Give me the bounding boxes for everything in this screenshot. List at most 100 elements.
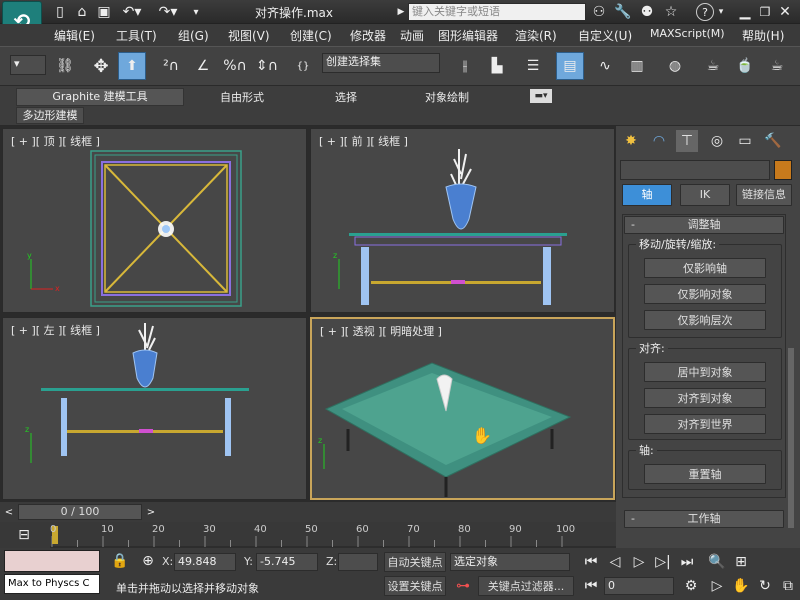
spinner-snap-icon[interactable]: ⇕∩	[254, 53, 280, 79]
affect-object-only-button[interactable]: 仅影响对象	[644, 284, 766, 304]
track-bar[interactable]: ⊟ 0 10 20 30 40 50 60 70 80 90 100	[0, 522, 616, 548]
x-coord-field[interactable]: 49.848	[174, 553, 236, 571]
set-key-button[interactable]: 设置关键点	[384, 576, 446, 596]
field-of-view-icon[interactable]: ▷	[706, 576, 728, 596]
affect-hierarchy-only-button[interactable]: 仅影响层次	[644, 310, 766, 330]
menu-modifiers[interactable]: 修改器	[350, 27, 386, 44]
maxscript-listener-pink[interactable]	[4, 550, 100, 572]
tab-freeform[interactable]: 自由形式	[220, 89, 264, 105]
save-icon[interactable]: ▣	[96, 4, 112, 20]
menu-customize[interactable]: 自定义(U)	[578, 27, 632, 44]
align-icon[interactable]: ▙	[484, 53, 510, 79]
rendered-frame-icon[interactable]: 🍵	[732, 53, 758, 79]
pan-view-icon[interactable]: ✋	[730, 576, 752, 596]
tab-link-info[interactable]: 链接信息	[736, 184, 792, 206]
center-to-object-button[interactable]: 居中到对象	[644, 362, 766, 382]
go-to-end-icon[interactable]: ⏭	[676, 552, 698, 572]
tab-pivot[interactable]: 轴	[622, 184, 672, 206]
search-input[interactable]: 键入关键字或短语	[408, 3, 586, 21]
tab-object-paint[interactable]: 对象绘制	[425, 89, 469, 105]
key-selection-dropdown[interactable]: 选定对象	[450, 553, 570, 571]
reset-pivot-button[interactable]: 重置轴	[644, 464, 766, 484]
viewport-left[interactable]: [ + ][ 左 ][ 线框 ] z	[2, 317, 307, 500]
curve-editor-icon[interactable]: ∿	[592, 53, 618, 79]
snap-2d-icon[interactable]: ²∩	[158, 53, 184, 79]
open-file-icon[interactable]: ⌂	[74, 4, 90, 20]
utilities-tab-icon[interactable]: 🔨	[762, 130, 784, 152]
menu-help[interactable]: 帮助(H)	[742, 27, 784, 44]
material-editor-icon[interactable]: ◍	[662, 53, 688, 79]
next-frame-icon[interactable]: ▷|	[652, 552, 674, 572]
people-icon[interactable]: ⚉	[638, 4, 656, 20]
time-prev-icon[interactable]: <	[2, 504, 16, 520]
binoculars-icon[interactable]: ⚇	[590, 4, 608, 20]
select-and-link-icon[interactable]: ⛓	[52, 53, 78, 79]
modify-tab-icon[interactable]: ◠	[648, 130, 670, 152]
menu-graph-editors[interactable]: 图形编辑器	[438, 27, 498, 44]
key-mode-icon[interactable]: ⏮	[580, 576, 602, 596]
select-move-icon[interactable]: ✥	[88, 53, 114, 79]
tab-selection[interactable]: 选择	[335, 89, 357, 105]
motion-tab-icon[interactable]: ◎	[706, 130, 728, 152]
panel-scrollbar[interactable]	[788, 348, 794, 528]
align-to-world-button[interactable]: 对齐到世界	[644, 414, 766, 434]
go-to-start-icon[interactable]: ⏮	[580, 552, 602, 572]
play-icon[interactable]: ▷	[628, 552, 650, 572]
angle-snap-icon[interactable]: ∠	[190, 53, 216, 79]
select-region-icon[interactable]: ⬆	[118, 52, 146, 80]
menu-group[interactable]: 组(G)	[178, 27, 209, 44]
layer-manager-icon[interactable]: ☰	[520, 53, 546, 79]
zoom-all-icon[interactable]: ⊞	[730, 552, 752, 572]
schematic-view-icon[interactable]: ▥	[624, 53, 650, 79]
align-to-object-button[interactable]: 对齐到对象	[644, 388, 766, 408]
percent-snap-icon[interactable]: %∩	[222, 53, 248, 79]
edit-named-sel-icon[interactable]: {}	[290, 53, 316, 79]
help-dropdown-icon[interactable]: ▾	[716, 4, 726, 20]
mirror-icon[interactable]: ⫲	[452, 53, 478, 79]
menu-views[interactable]: 视图(V)	[228, 27, 270, 44]
key-filters-button[interactable]: 关键点过滤器...	[478, 576, 574, 596]
menu-maxscript[interactable]: MAXScript(M)	[650, 27, 725, 40]
display-tab-icon[interactable]: ▭	[734, 130, 756, 152]
viewport-perspective[interactable]: [ + ][ 透视 ][ 明暗处理 ] ✋ z	[310, 317, 615, 500]
key-filter-icon[interactable]: ⊶	[450, 576, 476, 596]
new-file-icon[interactable]: ▯	[52, 4, 68, 20]
zoom-icon[interactable]: 🔍	[706, 552, 728, 572]
affect-pivot-only-button[interactable]: 仅影响轴	[644, 258, 766, 278]
menu-create[interactable]: 创建(C)	[290, 27, 332, 44]
help-icon[interactable]: ?	[696, 3, 714, 21]
restore-icon[interactable]: ❐	[756, 3, 774, 21]
menu-tools[interactable]: 工具(T)	[116, 27, 157, 44]
maxscript-listener-field[interactable]: Max to Physcs C	[4, 574, 100, 594]
graphite-toggle-icon[interactable]: ▤	[556, 52, 584, 80]
time-config-icon[interactable]: ⚙	[680, 576, 702, 596]
maximize-viewport-icon[interactable]: ⧉	[778, 576, 798, 596]
current-frame-field[interactable]: 0	[604, 577, 674, 595]
time-next-icon[interactable]: >	[144, 504, 158, 520]
star-icon[interactable]: ☆	[662, 4, 680, 20]
render-setup-icon[interactable]: ☕	[700, 53, 726, 79]
minimize-icon[interactable]: ▁	[736, 3, 754, 21]
ribbon-options-icon[interactable]: ▬▾	[530, 89, 552, 103]
absolute-mode-icon[interactable]: ⊕	[140, 552, 156, 570]
object-color-swatch[interactable]	[774, 160, 792, 180]
tab-ik[interactable]: IK	[680, 184, 730, 206]
mini-curve-editor-icon[interactable]: ⊟	[14, 526, 34, 544]
rollout-adjust-pivot-header[interactable]: - 调整轴	[624, 216, 784, 234]
auto-key-button[interactable]: 自动关键点	[384, 552, 446, 572]
lock-selection-icon[interactable]: 🔒	[111, 552, 128, 570]
named-selection-dropdown[interactable]: 创建选择集	[322, 53, 440, 73]
redo-icon[interactable]: ↷▾	[156, 4, 180, 20]
undo-icon[interactable]: ↶▾	[120, 4, 144, 20]
prev-frame-icon[interactable]: ◁	[604, 552, 626, 572]
hierarchy-tab-icon[interactable]: ⊤	[676, 130, 698, 152]
info-arrow-icon[interactable]: ▶	[396, 4, 406, 20]
object-name-field[interactable]	[620, 160, 770, 180]
tab-poly-modeling[interactable]: 多边形建模	[16, 107, 84, 124]
viewport-front[interactable]: [ + ][ 前 ][ 线框 ] z	[310, 128, 615, 313]
close-icon[interactable]: ✕	[776, 3, 794, 21]
z-coord-field[interactable]	[338, 553, 378, 571]
viewport-top[interactable]: [ + ][ 顶 ][ 线框 ] y x	[2, 128, 307, 313]
y-coord-field[interactable]: -5.745	[256, 553, 318, 571]
rollout-working-pivot-header[interactable]: - 工作轴	[624, 510, 784, 528]
